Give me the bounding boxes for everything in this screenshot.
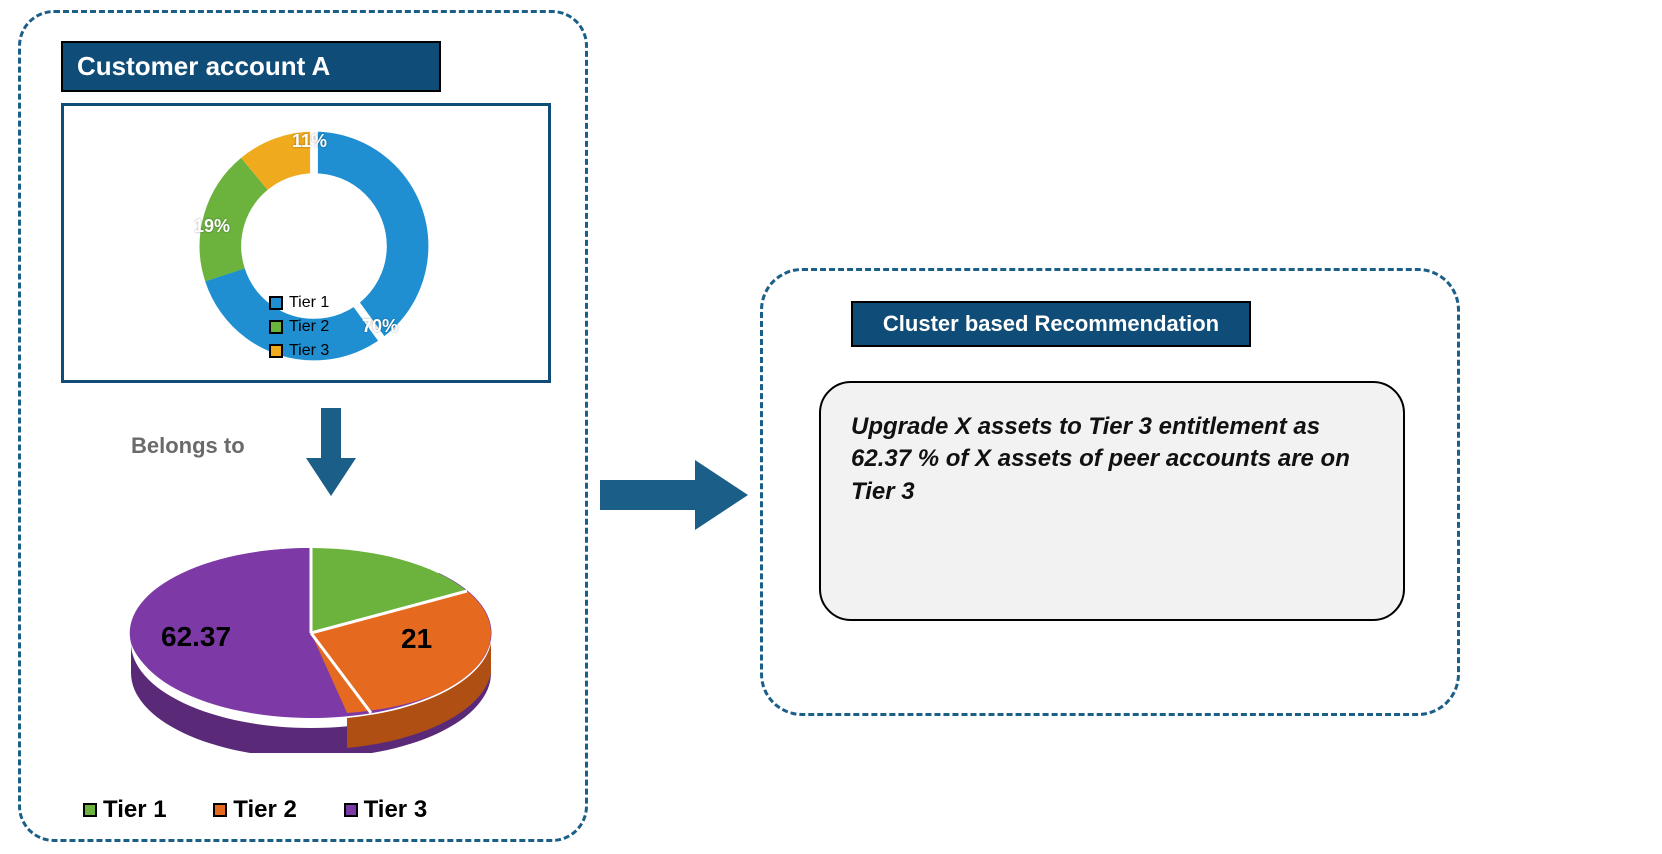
donut-legend-tier3-label: Tier 3 <box>289 342 329 359</box>
pie3d-label-tier3: 62.37 <box>161 621 231 653</box>
donut-legend-tier3: Tier 3 <box>269 339 329 363</box>
pie3d-legend-tier2-label: Tier 2 <box>233 796 297 823</box>
donut-label-tier1: 70% <box>362 316 398 337</box>
pie3d-legend-tier3-label: Tier 3 <box>364 796 428 823</box>
donut-label-tier2: 19% <box>194 216 230 237</box>
donut-legend: Tier 1 Tier 2 Tier 3 <box>269 291 329 363</box>
donut-legend-tier2: Tier 2 <box>269 315 329 339</box>
donut-legend-tier1: Tier 1 <box>269 291 329 315</box>
recommendation-title: Cluster based Recommendation <box>851 301 1251 347</box>
pie3d-legend-tier3: Tier 3 <box>344 796 428 824</box>
recommendation-panel: Cluster based Recommendation Upgrade X a… <box>760 268 1460 716</box>
customer-account-title: Customer account A <box>61 41 441 92</box>
recommendation-text: Upgrade X assets to Tier 3 entitlement a… <box>851 411 1373 508</box>
pie3d-legend-tier1: Tier 1 <box>83 796 167 824</box>
arrow-right-icon <box>600 450 750 540</box>
arrow-down-icon <box>301 408 361 498</box>
pie3d-legend: Tier 1 Tier 2 Tier 3 <box>83 795 467 824</box>
pie3d-legend-tier2: Tier 2 <box>213 796 297 824</box>
pie3d-legend-tier1-label: Tier 1 <box>103 796 167 823</box>
customer-account-panel: Customer account A 70% 19% 11% Tier 1 Ti <box>18 10 588 842</box>
donut-chart-frame: 70% 19% 11% Tier 1 Tier 2 Tier 3 <box>61 103 551 383</box>
recommendation-box: Upgrade X assets to Tier 3 entitlement a… <box>819 381 1405 621</box>
pie3d-label-tier2: 21 <box>401 623 432 655</box>
donut-legend-tier2-label: Tier 2 <box>289 318 329 335</box>
pie3d-chart: 62.37 21 <box>91 513 531 753</box>
belongs-to-label: Belongs to <box>131 433 245 459</box>
donut-legend-tier1-label: Tier 1 <box>289 294 329 311</box>
donut-label-tier3: 11% <box>292 131 327 152</box>
